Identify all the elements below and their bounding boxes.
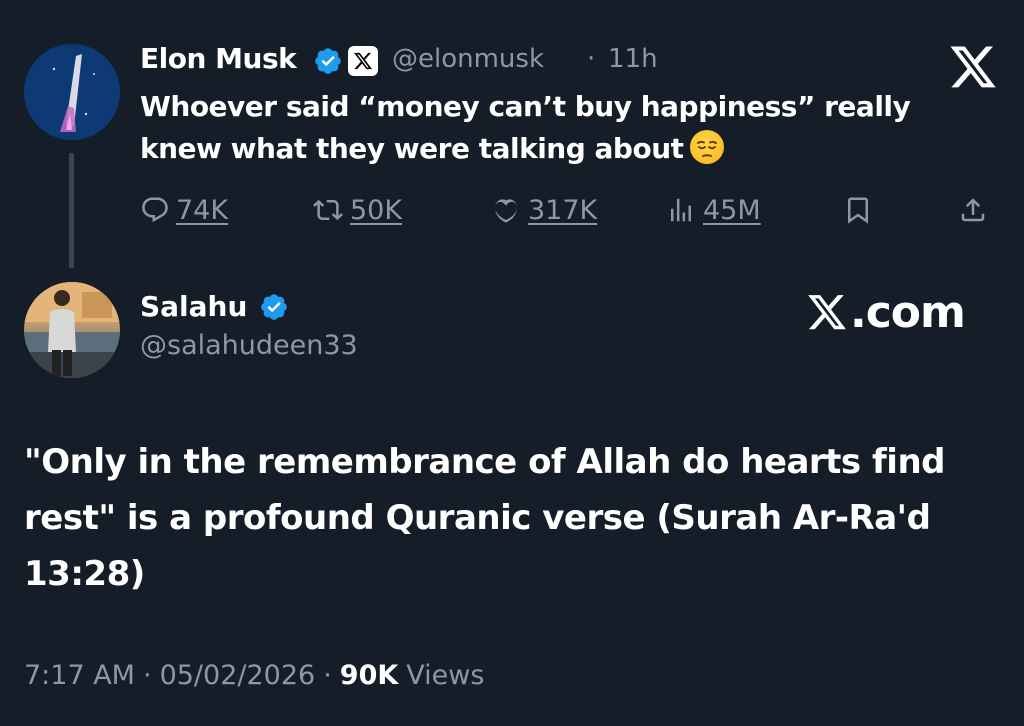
share-icon [961, 198, 985, 222]
reply-author-handle[interactable]: @salahudeen33 [140, 330, 358, 361]
elon-avatar[interactable] [24, 44, 120, 140]
reply-icon [142, 197, 168, 223]
reply-count: 74K [176, 194, 229, 226]
reply-views-count: 90K [339, 660, 399, 691]
bookmark-button[interactable] [843, 190, 873, 230]
author-handle[interactable]: @elonmusk [392, 44, 544, 74]
repost-button[interactable]: 50K [312, 190, 402, 230]
reply-time[interactable]: 7:17 AM [24, 660, 135, 691]
salahu-avatar[interactable] [24, 282, 120, 378]
x-com-watermark: .com [806, 287, 966, 338]
reply-views-label: Views [406, 660, 485, 691]
x-affiliate-badge-icon [348, 46, 378, 76]
watermark-text: .com [850, 287, 966, 338]
reply-author-name[interactable]: Salahu [140, 290, 247, 323]
separator: · [323, 660, 332, 691]
thread-line [69, 153, 74, 268]
separator: · [587, 44, 596, 74]
views-button[interactable]: 45M [665, 190, 761, 230]
reply-date[interactable]: 05/02/2026 [160, 660, 316, 691]
verified-badge-icon [313, 46, 343, 76]
reply-button[interactable]: 74K [140, 190, 228, 230]
repost-count: 50K [350, 194, 403, 226]
pensive-face-icon [689, 130, 724, 164]
tweet-text-content: Whoever said “money can’t buy happiness”… [140, 90, 911, 165]
bookmark-icon [848, 197, 868, 224]
author-name[interactable]: Elon Musk [140, 42, 297, 75]
separator: · [142, 660, 152, 691]
reply-text: "Only in the remembrance of Allah do hea… [24, 442, 946, 594]
like-count: 317K [528, 194, 598, 226]
views-icon [671, 198, 691, 222]
like-icon [495, 199, 517, 223]
views-count: 45M [703, 194, 761, 226]
tweet-text: Whoever said “money can’t buy happiness”… [140, 86, 970, 170]
share-button[interactable] [958, 190, 988, 230]
reply-meta: 7:17 AM · 05/02/2026 · 90K Views [24, 660, 484, 691]
x-logo-icon [947, 46, 999, 90]
x-logo-icon [808, 294, 846, 329]
timestamp[interactable]: 11h [608, 44, 658, 74]
like-button[interactable]: 317K [490, 190, 597, 230]
repost-icon [313, 199, 343, 221]
verified-badge-icon [259, 292, 289, 322]
